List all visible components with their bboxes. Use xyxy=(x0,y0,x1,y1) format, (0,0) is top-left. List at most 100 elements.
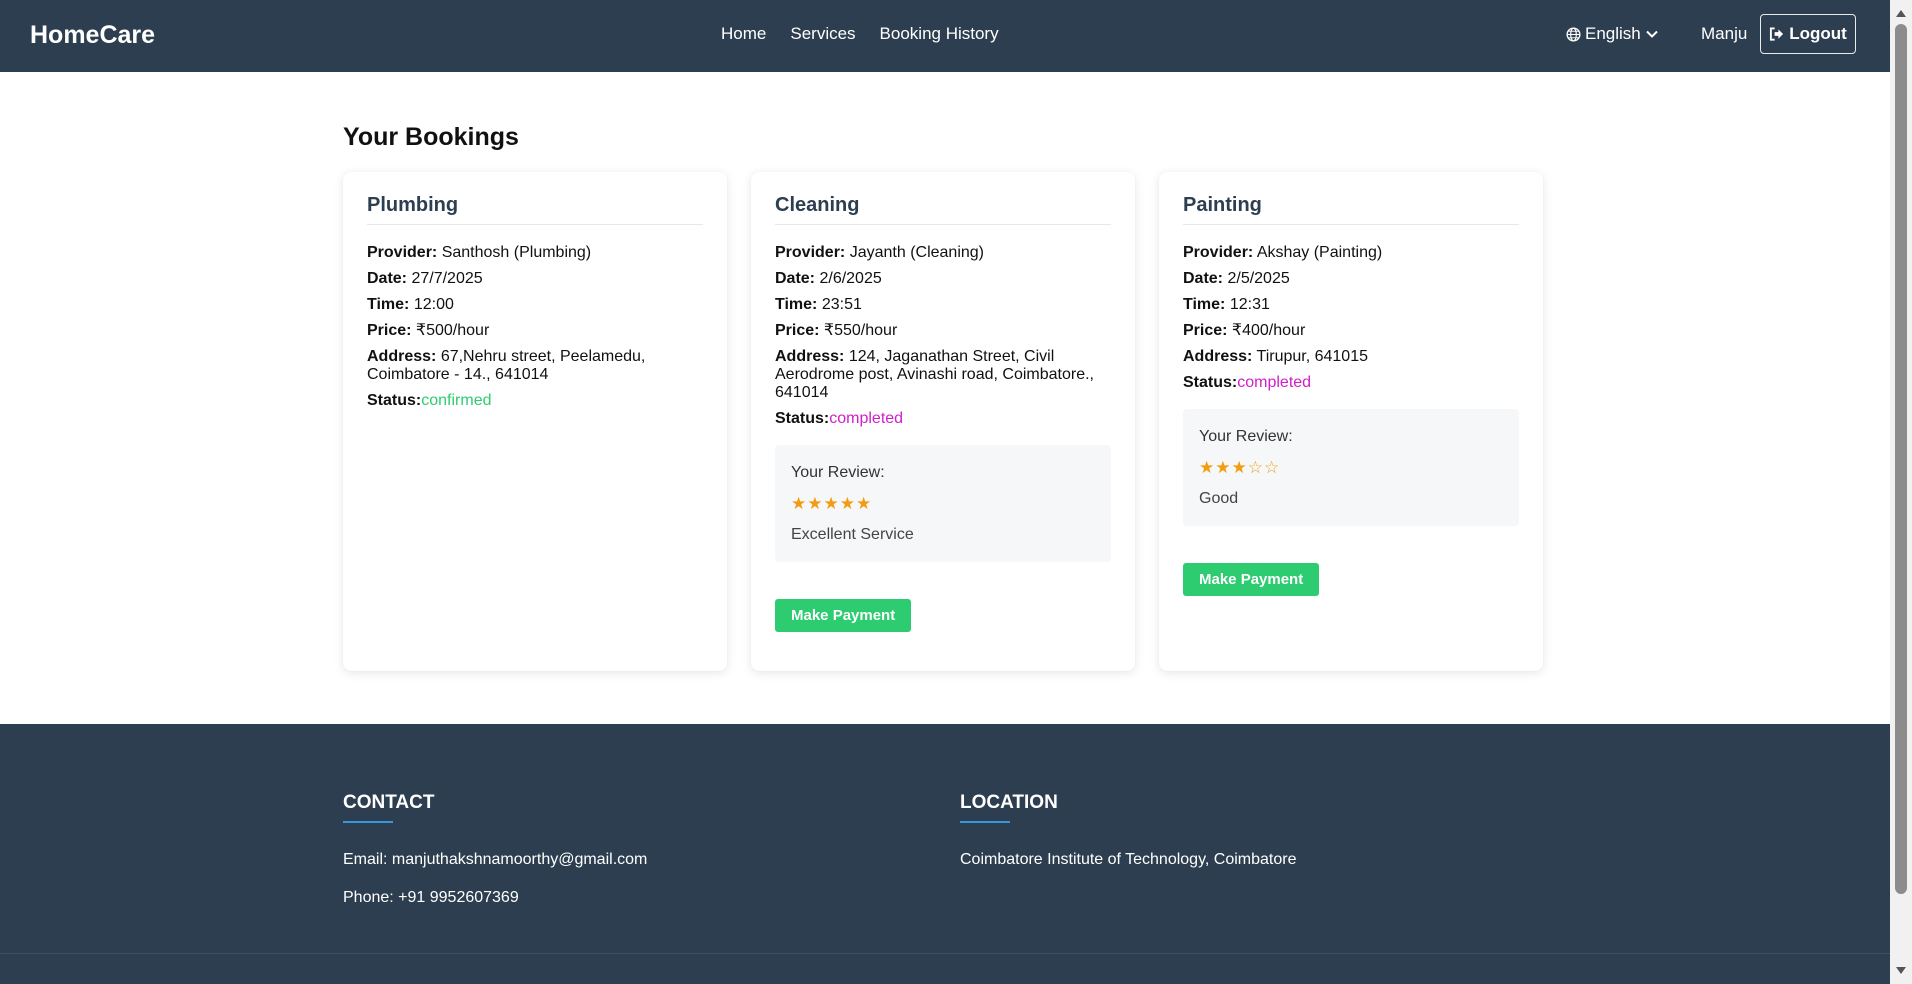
scrollbar-thumb[interactable] xyxy=(1895,24,1907,894)
nav-link-booking-history[interactable]: Booking History xyxy=(880,24,999,44)
star-rating: ★★★☆☆ xyxy=(1199,458,1503,478)
booking-date: Date: 27/7/2025 xyxy=(367,270,703,288)
navbar: HomeCare Home Services Booking History E… xyxy=(0,0,1890,72)
date-value: 27/7/2025 xyxy=(411,270,483,287)
scroll-up-arrow-icon[interactable] xyxy=(1896,10,1906,17)
booking-service-title: Plumbing xyxy=(367,194,703,225)
logout-label: Logout xyxy=(1789,24,1847,43)
star-empty-icon: ☆ xyxy=(1247,458,1264,477)
make-payment-button[interactable]: Make Payment xyxy=(775,599,912,632)
scroll-down-arrow-icon[interactable] xyxy=(1896,967,1906,974)
logout-button[interactable]: Logout xyxy=(1760,14,1856,54)
star-empty-icon: ☆ xyxy=(1264,458,1281,477)
booking-status: Status:completed xyxy=(1183,374,1519,392)
star-filled-icon: ★ xyxy=(1199,458,1216,477)
address-label: Address: xyxy=(775,348,845,365)
status-label: Status: xyxy=(1183,374,1238,391)
vertical-scrollbar[interactable] xyxy=(1890,0,1912,984)
footer-contact: CONTACT Email: manjuthakshnamoorthy@gmai… xyxy=(343,792,647,907)
contact-phone[interactable]: Phone: +91 9952607369 xyxy=(343,889,647,907)
review-box: Your Review: ★★★★★ Excellent Service xyxy=(775,445,1111,562)
nav-link-services[interactable]: Services xyxy=(790,24,855,44)
address-label: Address: xyxy=(367,348,437,365)
star-filled-icon: ★ xyxy=(1231,458,1248,477)
provider-value: Santhosh (Plumbing) xyxy=(441,244,592,261)
logout-icon xyxy=(1770,27,1784,41)
status-badge: completed xyxy=(829,410,904,427)
booking-service-title: Cleaning xyxy=(775,194,1111,225)
booking-date: Date: 2/6/2025 xyxy=(775,270,1111,288)
status-label: Status: xyxy=(367,392,422,409)
globe-icon xyxy=(1566,26,1581,42)
contact-email[interactable]: Email: manjuthakshnamoorthy@gmail.com xyxy=(343,851,647,869)
provider-label: Provider: xyxy=(775,244,846,261)
language-selector[interactable]: English xyxy=(1566,24,1659,44)
date-value: 2/5/2025 xyxy=(1227,270,1290,287)
nav-link-home[interactable]: Home xyxy=(721,24,766,44)
booking-date: Date: 2/5/2025 xyxy=(1183,270,1519,288)
review-comment: Good xyxy=(1199,490,1239,507)
brand-logo[interactable]: HomeCare xyxy=(30,21,155,50)
footer-divider xyxy=(0,953,1890,954)
location-heading: LOCATION xyxy=(960,792,1058,813)
star-filled-icon: ★ xyxy=(839,494,856,513)
status-badge: confirmed xyxy=(421,392,492,409)
booking-card: Painting Provider: Akshay (Painting) Dat… xyxy=(1159,172,1543,671)
booking-time: Time: 12:31 xyxy=(1183,296,1519,314)
price-label: Price: xyxy=(367,322,412,339)
footer-location: LOCATION Coimbatore Institute of Technol… xyxy=(960,792,1296,869)
time-value: 23:51 xyxy=(821,296,862,313)
page: HomeCare Home Services Booking History E… xyxy=(0,0,1890,984)
booking-service-title: Painting xyxy=(1183,194,1519,225)
booking-time: Time: 12:00 xyxy=(367,296,703,314)
booking-address: Address: Tirupur, 641015 xyxy=(1183,348,1519,366)
review-box: Your Review: ★★★☆☆ Good xyxy=(1183,409,1519,526)
booking-address: Address: 67,Nehru street, Peelamedu, Coi… xyxy=(367,348,703,384)
review-comment: Excellent Service xyxy=(791,526,914,543)
footer: CONTACT Email: manjuthakshnamoorthy@gmai… xyxy=(0,724,1890,984)
star-filled-icon: ★ xyxy=(1215,458,1232,477)
booking-card: Cleaning Provider: Jayanth (Cleaning) Da… xyxy=(751,172,1135,671)
price-label: Price: xyxy=(775,322,820,339)
nav-links: Home Services Booking History xyxy=(721,24,999,44)
booking-provider: Provider: Jayanth (Cleaning) xyxy=(775,244,1111,262)
booking-address: Address: 124, Jaganathan Street, Civil A… xyxy=(775,348,1111,402)
date-label: Date: xyxy=(367,270,408,287)
price-value: ₹400/hour xyxy=(1231,322,1306,339)
contact-heading: CONTACT xyxy=(343,792,435,813)
review-label: Your Review: xyxy=(791,464,885,481)
price-value: ₹550/hour xyxy=(823,322,898,339)
time-value: 12:00 xyxy=(413,296,454,313)
price-value: ₹500/hour xyxy=(415,322,490,339)
provider-value: Jayanth (Cleaning) xyxy=(849,244,984,261)
star-rating: ★★★★★ xyxy=(791,494,1095,514)
star-filled-icon: ★ xyxy=(807,494,824,513)
review-label: Your Review: xyxy=(1199,428,1293,445)
time-label: Time: xyxy=(367,296,410,313)
booking-provider: Provider: Santhosh (Plumbing) xyxy=(367,244,703,262)
page-title: Your Bookings xyxy=(343,123,519,151)
address-label: Address: xyxy=(1183,348,1253,365)
booking-time: Time: 23:51 xyxy=(775,296,1111,314)
booking-card: Plumbing Provider: Santhosh (Plumbing) D… xyxy=(343,172,727,671)
price-label: Price: xyxy=(1183,322,1228,339)
star-filled-icon: ★ xyxy=(791,494,808,513)
heading-underline xyxy=(960,821,1010,823)
date-label: Date: xyxy=(775,270,816,287)
make-payment-button[interactable]: Make Payment xyxy=(1183,563,1320,596)
location-text: Coimbatore Institute of Technology, Coim… xyxy=(960,851,1297,868)
provider-label: Provider: xyxy=(1183,244,1254,261)
heading-underline xyxy=(343,821,393,823)
booking-price: Price: ₹500/hour xyxy=(367,322,703,340)
address-value: Tirupur, 641015 xyxy=(1256,348,1368,365)
provider-value: Akshay (Painting) xyxy=(1256,244,1383,261)
booking-price: Price: ₹550/hour xyxy=(775,322,1111,340)
date-label: Date: xyxy=(1183,270,1224,287)
time-label: Time: xyxy=(775,296,818,313)
booking-status: Status:completed xyxy=(775,410,1111,428)
language-label: English xyxy=(1585,24,1641,43)
booking-price: Price: ₹400/hour xyxy=(1183,322,1519,340)
star-filled-icon: ★ xyxy=(856,494,873,513)
date-value: 2/6/2025 xyxy=(819,270,882,287)
booking-status: Status:confirmed xyxy=(367,392,703,410)
